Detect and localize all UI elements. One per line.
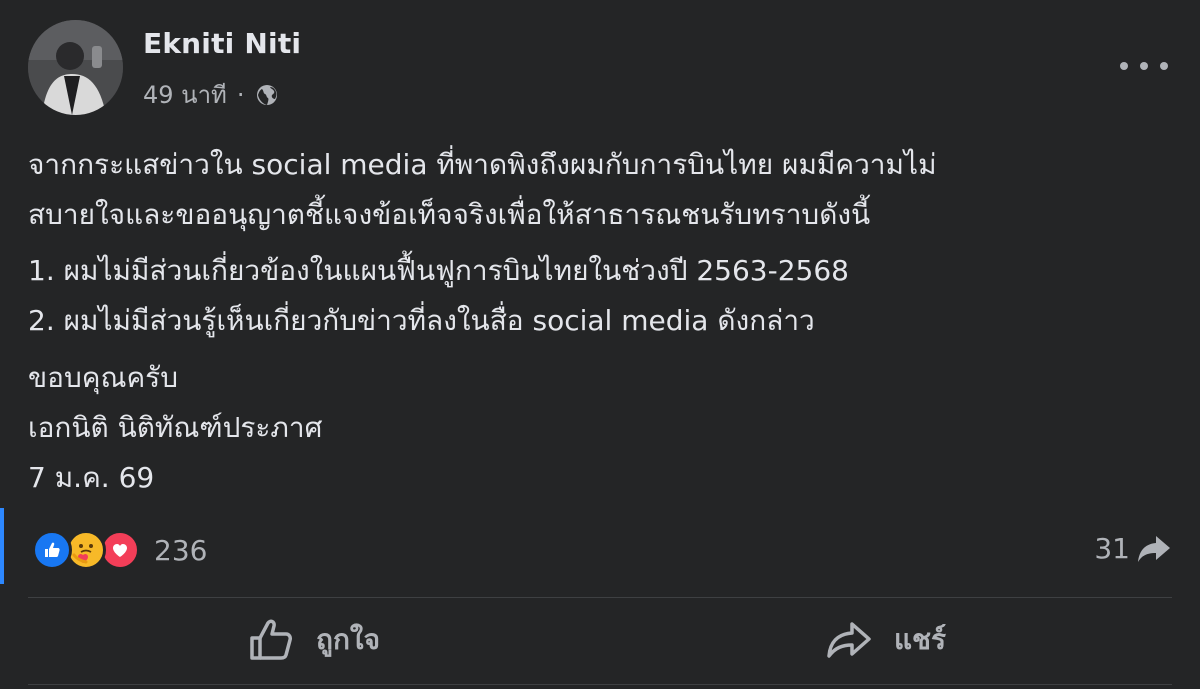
post-line: ขอบคุณครับ — [28, 361, 178, 394]
share-count-link[interactable]: 31 — [1094, 532, 1172, 565]
meta-separator: · — [236, 80, 245, 109]
share-button-label: แชร์ — [893, 623, 947, 656]
like-button[interactable]: ถูกใจ — [28, 600, 600, 680]
like-button-label: ถูกใจ — [316, 623, 380, 656]
focus-accent-bar — [0, 508, 4, 584]
like-reaction-icon — [32, 530, 72, 570]
post-line: 2. ผมไม่มีส่วนรู้เห็นเกี่ยวกับข่าวที่ลงใ… — [28, 304, 815, 337]
globe-icon[interactable] — [255, 83, 279, 107]
more-dot — [1120, 62, 1128, 70]
post-actions: ถูกใจ แชร์ — [28, 600, 1172, 680]
share-icon — [827, 622, 871, 658]
facebook-post: Ekniti Niti 49 นาที · จากกระแสข่าวใน soc… — [0, 0, 1200, 689]
divider — [28, 684, 1172, 685]
post-paragraph: ขอบคุณครับ เอกนิติ นิติทัณฑ์ประภาศ 7 ม.ค… — [28, 353, 1168, 503]
more-dot — [1140, 62, 1148, 70]
reactions-summary[interactable]: 236 — [32, 530, 207, 570]
post-paragraph: 1. ผมไม่มีส่วนเกี่ยวข้องในแผนฟื้นฟูการบิ… — [28, 246, 1168, 346]
author-name[interactable]: Ekniti Niti — [143, 26, 301, 62]
care-reaction-icon — [66, 530, 106, 570]
post-body: จากกระแสข่าวใน social media ที่พาดพิงถึง… — [28, 140, 1168, 503]
divider — [28, 597, 1172, 598]
post-meta: 49 นาที · — [143, 80, 301, 110]
love-reaction-icon — [100, 530, 140, 570]
thumbs-up-icon — [250, 619, 292, 660]
post-line: 7 ม.ค. 69 — [28, 461, 155, 494]
share-button[interactable]: แชร์ — [600, 600, 1172, 680]
share-arrow-icon — [1138, 535, 1170, 562]
post-line: เอกนิติ นิติทัณฑ์ประภาศ — [28, 411, 323, 444]
post-time[interactable]: 49 นาที — [143, 80, 227, 110]
reaction-icons — [32, 530, 140, 570]
post-line: จากกระแสข่าวใน social media ที่พาดพิงถึง… — [28, 148, 937, 181]
share-count: 31 — [1094, 532, 1130, 565]
post-paragraph: จากกระแสข่าวใน social media ที่พาดพิงถึง… — [28, 140, 1168, 240]
author-block: Ekniti Niti 49 นาที · — [143, 26, 301, 110]
more-options-button[interactable] — [1120, 48, 1168, 84]
more-dot — [1160, 62, 1168, 70]
post-header: Ekniti Niti 49 นาที · — [28, 20, 301, 115]
post-line: 1. ผมไม่มีส่วนเกี่ยวข้องในแผนฟื้นฟูการบิ… — [28, 254, 849, 287]
reaction-count[interactable]: 236 — [154, 534, 207, 567]
post-line: สบายใจและขออนุญาตชี้แจงข้อเท็จจริงเพื่อใ… — [28, 198, 871, 231]
avatar[interactable] — [28, 20, 123, 115]
